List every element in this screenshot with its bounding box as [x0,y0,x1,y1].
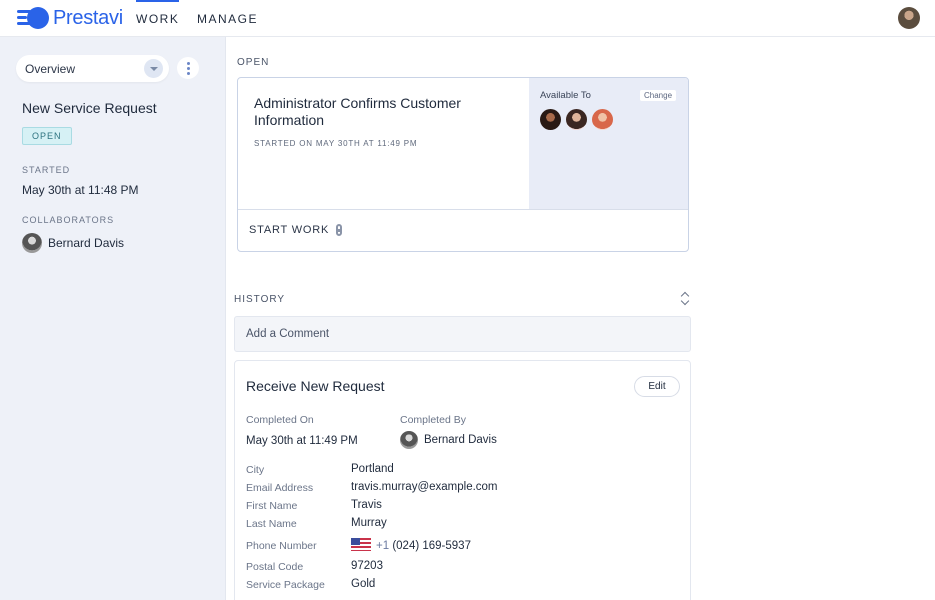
field-value: Portland [351,463,394,475]
user-avatar[interactable] [898,7,920,29]
field-value: travis.murray@example.com [351,481,498,493]
app-name: Prestavi [53,6,123,29]
open-task-card: Administrator Confirms Customer Informat… [237,77,689,252]
history-section-label: HISTORY [234,294,286,305]
completed-by-label: Completed By [400,414,466,426]
field-label: City [246,464,265,476]
us-flag-icon [351,538,371,551]
open-section-label: OPEN [237,57,270,68]
nav-tab-work[interactable]: WORK [136,0,180,26]
status-badge: OPEN [22,127,72,145]
history-card-title: Receive New Request [246,378,385,394]
field-value: Murray [351,517,387,529]
field-label: Phone Number [246,540,317,552]
started-value: May 30th at 11:48 PM [22,183,139,197]
nav-tab-manage[interactable]: MANAGE [197,12,258,26]
collaborators-label: COLLABORATORS [22,215,115,225]
view-select[interactable]: Overview [16,55,169,82]
phone-value: +1 (024) 169-5937 [351,538,471,552]
avatar[interactable] [540,109,561,130]
app-logo[interactable]: Prestavi [17,7,123,29]
task-started-text: STARTED ON MAY 30TH AT 11:49 PM [254,139,418,148]
completed-on-value: May 30th at 11:49 PM [246,435,358,447]
avatar [22,233,42,253]
sidebar: Overview New Service Request OPEN STARTE… [0,37,226,600]
completed-by-value: Bernard Davis [424,434,497,446]
field-value: Gold [351,578,376,590]
logo-mark-icon [17,7,49,29]
sort-toggle-icon[interactable] [680,292,692,306]
field-label: Email Address [246,482,314,494]
started-label: STARTED [22,165,71,175]
field-label: Last Name [246,518,297,530]
top-navigation-bar: Prestavi WORK MANAGE [0,0,935,37]
lock-icon [335,224,343,236]
chevron-down-icon[interactable] [144,59,163,78]
view-select-value: Overview [25,62,76,76]
field-label: Service Package [246,579,325,591]
history-card: Receive New Request Edit Completed On Ma… [234,360,691,600]
more-options-icon[interactable] [177,57,199,79]
field-label: Postal Code [246,561,304,573]
task-title: Administrator Confirms Customer Informat… [254,95,461,128]
collaborator-item[interactable]: Bernard Davis [22,233,124,253]
avatar[interactable] [592,109,613,130]
comment-input[interactable]: Add a Comment [234,316,691,352]
avatar[interactable] [566,109,587,130]
comment-placeholder: Add a Comment [246,328,330,340]
completed-by-user: Bernard Davis [400,431,497,449]
start-work-label: START WORK [249,224,330,236]
avatar [400,431,418,449]
phone-number: (024) 169-5937 [392,540,471,552]
completed-on-label: Completed On [246,414,314,426]
start-work-button[interactable]: START WORK [249,224,343,236]
change-button[interactable]: Change [640,90,677,101]
collaborator-name: Bernard Davis [48,236,125,250]
field-label: First Name [246,500,298,512]
phone-country-code: +1 [376,540,390,552]
request-title: New Service Request [22,100,157,116]
available-to-label: Available To [540,90,591,101]
available-to-panel: Available To Change [529,78,688,209]
field-value: 97203 [351,560,383,572]
edit-button[interactable]: Edit [634,376,680,397]
field-value: Travis [351,499,382,511]
